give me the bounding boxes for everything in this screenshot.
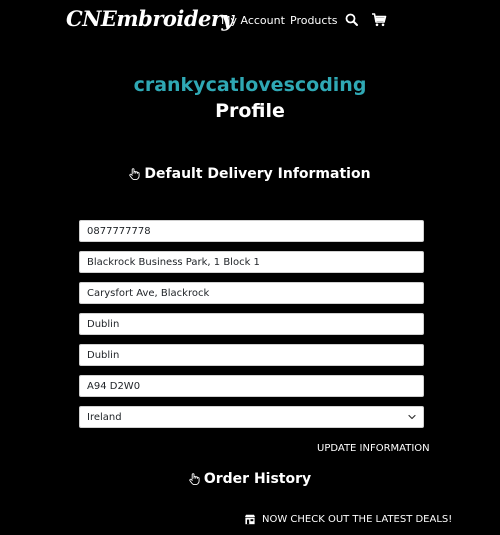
chevron-down-icon [408,413,416,421]
nav-products[interactable]: Products [290,14,338,27]
county-field[interactable] [79,344,424,366]
town-city-field[interactable] [79,313,424,335]
profile-username: crankycatlovescoding [133,74,367,96]
delivery-heading: Default Delivery Information [0,166,500,182]
search-icon[interactable] [344,12,360,28]
hand-pointer-icon [129,168,140,181]
country-selected-value: Ireland [87,411,122,423]
order-history-heading-text: Order History [203,471,312,487]
hand-pointer-icon [189,473,200,486]
brand-logo[interactable]: CNEmbroidery [66,6,234,31]
deals-banner-text: NOW CHECK OUT THE LATEST DEALS! [262,514,453,525]
shop-icon [244,514,256,525]
deals-banner[interactable]: NOW CHECK OUT THE LATEST DEALS! [244,514,452,525]
update-information-button[interactable]: UPDATE INFORMATION [317,443,430,454]
street-address-2-field[interactable] [79,282,424,304]
postcode-field[interactable] [79,375,424,397]
delivery-heading-text: Default Delivery Information [144,166,371,182]
page-title: Profile [215,100,285,122]
order-history-heading: Order History [0,471,500,487]
nav-my-account[interactable]: My Account [221,14,285,27]
cart-icon[interactable] [371,12,387,28]
country-select[interactable]: Ireland [79,406,424,428]
street-address-1-field[interactable] [79,251,424,273]
phone-number-field[interactable] [79,220,424,242]
